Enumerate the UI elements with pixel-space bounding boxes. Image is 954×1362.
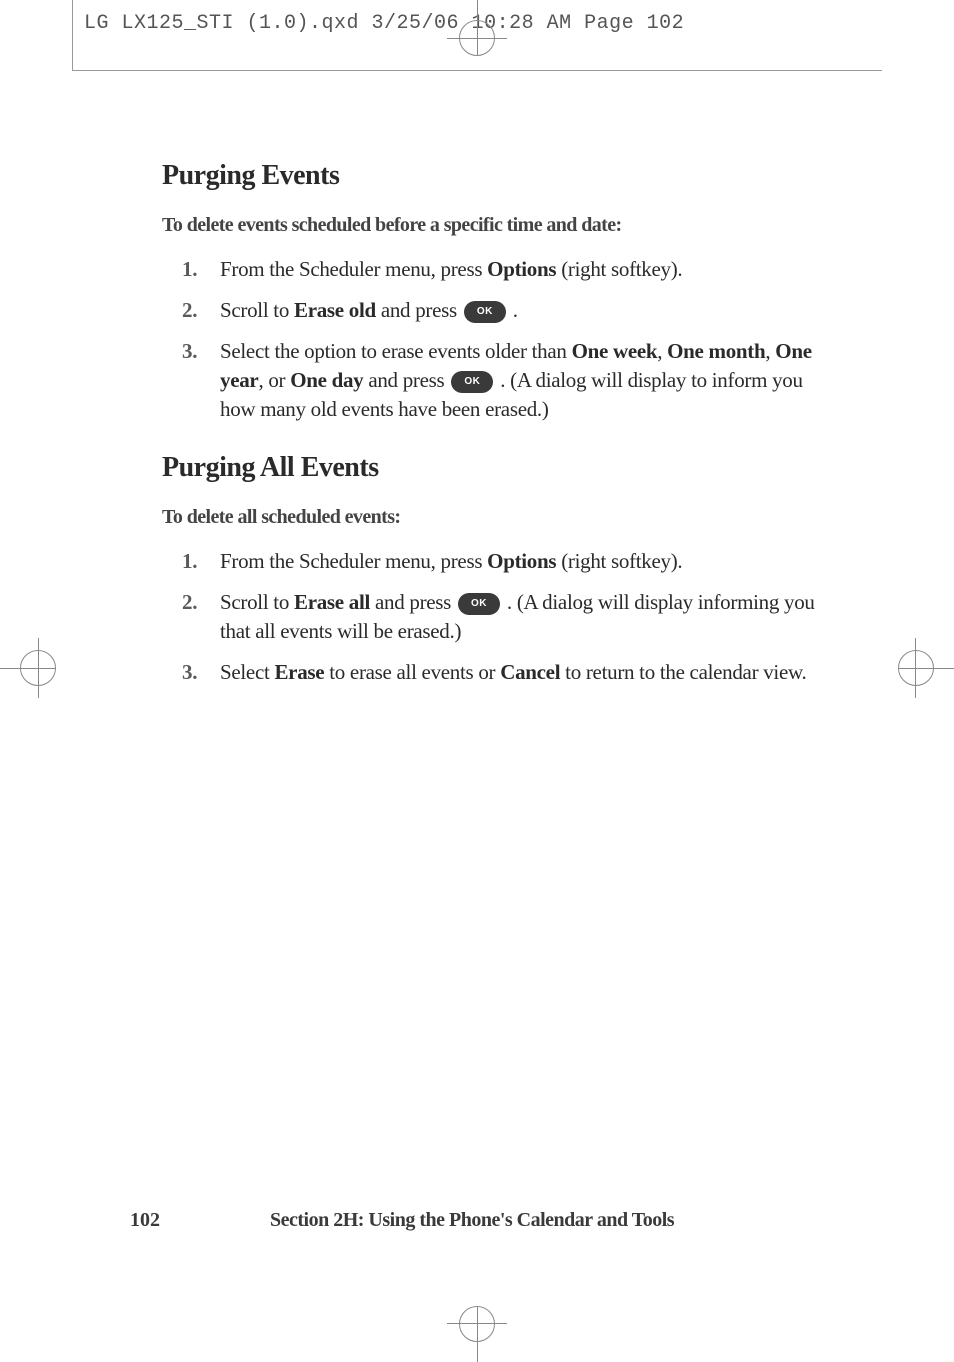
step-text: ,	[765, 339, 775, 363]
registration-mark-icon	[459, 20, 495, 56]
footer-section-title: Section 2H: Using the Phone's Calendar a…	[270, 1209, 674, 1232]
step-text: From the Scheduler menu, press	[220, 257, 487, 281]
bold-text: Erase old	[294, 298, 376, 322]
step-text: to return to the calendar view.	[560, 660, 806, 684]
step-text: Select the option to erase events older …	[220, 339, 572, 363]
crop-mark-bottom	[437, 1282, 517, 1362]
print-header: LG LX125_STI (1.0).qxd 3/25/06 10:28 AM …	[84, 12, 684, 35]
step-text: Scroll to	[220, 590, 294, 614]
step-number: 3.	[182, 337, 197, 366]
step-text: ,	[657, 339, 667, 363]
list-item: 3. Select Erase to erase all events or C…	[182, 658, 832, 687]
steps-list: 1. From the Scheduler menu, press Option…	[182, 547, 832, 687]
step-number: 2.	[182, 588, 197, 617]
page-content: Purging Events To delete events schedule…	[162, 160, 832, 715]
step-number: 1.	[182, 255, 197, 284]
heading-purging-all-events: Purging All Events	[162, 452, 832, 484]
intro-text: To delete all scheduled events:	[162, 506, 832, 529]
bold-text: One week	[572, 339, 658, 363]
bold-text: Options	[487, 549, 556, 573]
crop-mark-left	[0, 628, 80, 708]
list-item: 1. From the Scheduler menu, press Option…	[182, 255, 832, 284]
bold-text: One month	[667, 339, 765, 363]
step-number: 2.	[182, 296, 197, 325]
step-text: .	[508, 298, 518, 322]
bold-text: Cancel	[500, 660, 560, 684]
step-number: 3.	[182, 658, 197, 687]
bold-text: One day	[290, 368, 363, 392]
step-text: (right softkey).	[556, 549, 682, 573]
bold-text: Erase	[274, 660, 324, 684]
registration-mark-icon	[898, 650, 934, 686]
list-item: 3. Select the option to erase events old…	[182, 337, 832, 424]
heading-purging-events: Purging Events	[162, 160, 832, 192]
step-text: , or	[258, 368, 290, 392]
page-footer: 102 Section 2H: Using the Phone's Calend…	[130, 1209, 830, 1232]
step-number: 1.	[182, 547, 197, 576]
list-item: 2. Scroll to Erase all and press . (A di…	[182, 588, 832, 646]
frame-line-vertical	[72, 0, 73, 70]
list-item: 1. From the Scheduler menu, press Option…	[182, 547, 832, 576]
step-text: Select	[220, 660, 274, 684]
step-text: and press	[370, 590, 456, 614]
step-text: From the Scheduler menu, press	[220, 549, 487, 573]
registration-mark-icon	[459, 1306, 495, 1342]
crop-mark-top	[437, 0, 517, 80]
ok-button-icon	[451, 371, 493, 393]
step-text: Scroll to	[220, 298, 294, 322]
step-text: and press	[376, 298, 462, 322]
bold-text: Erase all	[294, 590, 370, 614]
step-text: (right softkey).	[556, 257, 682, 281]
crop-mark-right	[874, 628, 954, 708]
ok-button-icon	[458, 593, 500, 615]
intro-text: To delete events scheduled before a spec…	[162, 214, 832, 237]
bold-text: Options	[487, 257, 556, 281]
page-number: 102	[130, 1209, 270, 1232]
ok-button-icon	[464, 301, 506, 323]
registration-mark-icon	[20, 650, 56, 686]
step-text: and press	[363, 368, 449, 392]
step-text: to erase all events or	[324, 660, 500, 684]
steps-list: 1. From the Scheduler menu, press Option…	[182, 255, 832, 424]
list-item: 2. Scroll to Erase old and press .	[182, 296, 832, 325]
